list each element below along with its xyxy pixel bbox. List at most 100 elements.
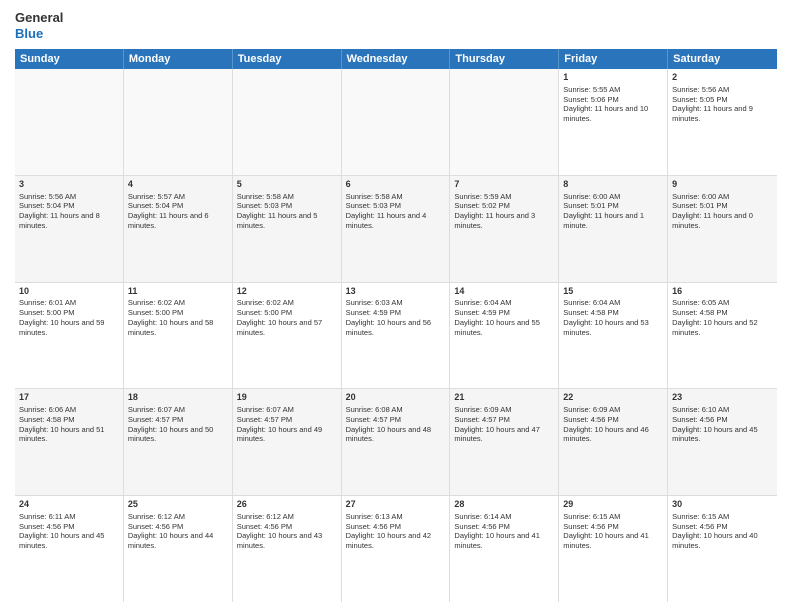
day-info: Sunrise: 6:07 AM Sunset: 4:57 PM Dayligh… [128, 405, 213, 443]
day-5: 5Sunrise: 5:58 AM Sunset: 5:03 PM Daylig… [233, 176, 342, 282]
day-info: Sunrise: 6:01 AM Sunset: 5:00 PM Dayligh… [19, 298, 104, 336]
day-info: Sunrise: 5:58 AM Sunset: 5:03 PM Dayligh… [346, 192, 427, 230]
day-9: 9Sunrise: 6:00 AM Sunset: 5:01 PM Daylig… [668, 176, 777, 282]
empty-cell [233, 69, 342, 175]
day-info: Sunrise: 6:04 AM Sunset: 4:58 PM Dayligh… [563, 298, 648, 336]
day-number: 20 [346, 392, 446, 404]
empty-cell [342, 69, 451, 175]
day-number: 7 [454, 179, 554, 191]
week-5: 24Sunrise: 6:11 AM Sunset: 4:56 PM Dayli… [15, 496, 777, 602]
header: GeneralBlue [15, 10, 777, 41]
day-number: 26 [237, 499, 337, 511]
day-number: 19 [237, 392, 337, 404]
day-27: 27Sunrise: 6:13 AM Sunset: 4:56 PM Dayli… [342, 496, 451, 602]
day-number: 28 [454, 499, 554, 511]
day-7: 7Sunrise: 5:59 AM Sunset: 5:02 PM Daylig… [450, 176, 559, 282]
calendar: SundayMondayTuesdayWednesdayThursdayFrid… [15, 49, 777, 602]
day-info: Sunrise: 6:14 AM Sunset: 4:56 PM Dayligh… [454, 512, 539, 550]
day-info: Sunrise: 5:57 AM Sunset: 5:04 PM Dayligh… [128, 192, 209, 230]
day-number: 11 [128, 286, 228, 298]
day-info: Sunrise: 6:00 AM Sunset: 5:01 PM Dayligh… [672, 192, 753, 230]
day-number: 14 [454, 286, 554, 298]
day-number: 8 [563, 179, 663, 191]
calendar-header: SundayMondayTuesdayWednesdayThursdayFrid… [15, 49, 777, 69]
day-22: 22Sunrise: 6:09 AM Sunset: 4:56 PM Dayli… [559, 389, 668, 495]
header-day-monday: Monday [124, 49, 233, 69]
day-info: Sunrise: 6:02 AM Sunset: 5:00 PM Dayligh… [237, 298, 322, 336]
day-number: 30 [672, 499, 773, 511]
day-11: 11Sunrise: 6:02 AM Sunset: 5:00 PM Dayli… [124, 283, 233, 389]
day-number: 3 [19, 179, 119, 191]
week-2: 3Sunrise: 5:56 AM Sunset: 5:04 PM Daylig… [15, 176, 777, 283]
day-21: 21Sunrise: 6:09 AM Sunset: 4:57 PM Dayli… [450, 389, 559, 495]
day-number: 4 [128, 179, 228, 191]
day-number: 17 [19, 392, 119, 404]
day-number: 16 [672, 286, 773, 298]
day-number: 12 [237, 286, 337, 298]
day-8: 8Sunrise: 6:00 AM Sunset: 5:01 PM Daylig… [559, 176, 668, 282]
day-info: Sunrise: 6:10 AM Sunset: 4:56 PM Dayligh… [672, 405, 757, 443]
day-info: Sunrise: 5:56 AM Sunset: 5:05 PM Dayligh… [672, 85, 753, 123]
day-info: Sunrise: 5:56 AM Sunset: 5:04 PM Dayligh… [19, 192, 100, 230]
day-6: 6Sunrise: 5:58 AM Sunset: 5:03 PM Daylig… [342, 176, 451, 282]
day-number: 25 [128, 499, 228, 511]
day-info: Sunrise: 6:15 AM Sunset: 4:56 PM Dayligh… [672, 512, 757, 550]
empty-cell [124, 69, 233, 175]
day-1: 1Sunrise: 5:55 AM Sunset: 5:06 PM Daylig… [559, 69, 668, 175]
day-15: 15Sunrise: 6:04 AM Sunset: 4:58 PM Dayli… [559, 283, 668, 389]
header-day-tuesday: Tuesday [233, 49, 342, 69]
day-number: 27 [346, 499, 446, 511]
day-info: Sunrise: 6:04 AM Sunset: 4:59 PM Dayligh… [454, 298, 539, 336]
day-number: 9 [672, 179, 773, 191]
day-30: 30Sunrise: 6:15 AM Sunset: 4:56 PM Dayli… [668, 496, 777, 602]
week-1: 1Sunrise: 5:55 AM Sunset: 5:06 PM Daylig… [15, 69, 777, 176]
day-number: 10 [19, 286, 119, 298]
day-info: Sunrise: 6:03 AM Sunset: 4:59 PM Dayligh… [346, 298, 431, 336]
day-info: Sunrise: 6:13 AM Sunset: 4:56 PM Dayligh… [346, 512, 431, 550]
header-day-thursday: Thursday [450, 49, 559, 69]
day-info: Sunrise: 6:00 AM Sunset: 5:01 PM Dayligh… [563, 192, 644, 230]
day-23: 23Sunrise: 6:10 AM Sunset: 4:56 PM Dayli… [668, 389, 777, 495]
day-info: Sunrise: 6:02 AM Sunset: 5:00 PM Dayligh… [128, 298, 213, 336]
day-2: 2Sunrise: 5:56 AM Sunset: 5:05 PM Daylig… [668, 69, 777, 175]
day-info: Sunrise: 5:58 AM Sunset: 5:03 PM Dayligh… [237, 192, 318, 230]
day-info: Sunrise: 6:08 AM Sunset: 4:57 PM Dayligh… [346, 405, 431, 443]
day-29: 29Sunrise: 6:15 AM Sunset: 4:56 PM Dayli… [559, 496, 668, 602]
day-26: 26Sunrise: 6:12 AM Sunset: 4:56 PM Dayli… [233, 496, 342, 602]
header-day-saturday: Saturday [668, 49, 777, 69]
day-number: 6 [346, 179, 446, 191]
header-day-friday: Friday [559, 49, 668, 69]
header-day-wednesday: Wednesday [342, 49, 451, 69]
day-number: 22 [563, 392, 663, 404]
day-number: 1 [563, 72, 663, 84]
day-18: 18Sunrise: 6:07 AM Sunset: 4:57 PM Dayli… [124, 389, 233, 495]
day-info: Sunrise: 6:11 AM Sunset: 4:56 PM Dayligh… [19, 512, 104, 550]
day-number: 2 [672, 72, 773, 84]
day-3: 3Sunrise: 5:56 AM Sunset: 5:04 PM Daylig… [15, 176, 124, 282]
logo: GeneralBlue [15, 10, 63, 41]
page: GeneralBlue SundayMondayTuesdayWednesday… [0, 0, 792, 612]
empty-cell [450, 69, 559, 175]
day-13: 13Sunrise: 6:03 AM Sunset: 4:59 PM Dayli… [342, 283, 451, 389]
day-info: Sunrise: 6:15 AM Sunset: 4:56 PM Dayligh… [563, 512, 648, 550]
day-number: 24 [19, 499, 119, 511]
day-info: Sunrise: 6:12 AM Sunset: 4:56 PM Dayligh… [128, 512, 213, 550]
day-number: 23 [672, 392, 773, 404]
day-number: 18 [128, 392, 228, 404]
day-4: 4Sunrise: 5:57 AM Sunset: 5:04 PM Daylig… [124, 176, 233, 282]
day-number: 29 [563, 499, 663, 511]
week-3: 10Sunrise: 6:01 AM Sunset: 5:00 PM Dayli… [15, 283, 777, 390]
day-info: Sunrise: 5:55 AM Sunset: 5:06 PM Dayligh… [563, 85, 648, 123]
day-19: 19Sunrise: 6:07 AM Sunset: 4:57 PM Dayli… [233, 389, 342, 495]
empty-cell [15, 69, 124, 175]
day-number: 13 [346, 286, 446, 298]
day-info: Sunrise: 6:09 AM Sunset: 4:56 PM Dayligh… [563, 405, 648, 443]
day-info: Sunrise: 5:59 AM Sunset: 5:02 PM Dayligh… [454, 192, 535, 230]
day-number: 21 [454, 392, 554, 404]
week-4: 17Sunrise: 6:06 AM Sunset: 4:58 PM Dayli… [15, 389, 777, 496]
day-number: 15 [563, 286, 663, 298]
day-info: Sunrise: 6:07 AM Sunset: 4:57 PM Dayligh… [237, 405, 322, 443]
day-20: 20Sunrise: 6:08 AM Sunset: 4:57 PM Dayli… [342, 389, 451, 495]
day-info: Sunrise: 6:09 AM Sunset: 4:57 PM Dayligh… [454, 405, 539, 443]
day-17: 17Sunrise: 6:06 AM Sunset: 4:58 PM Dayli… [15, 389, 124, 495]
